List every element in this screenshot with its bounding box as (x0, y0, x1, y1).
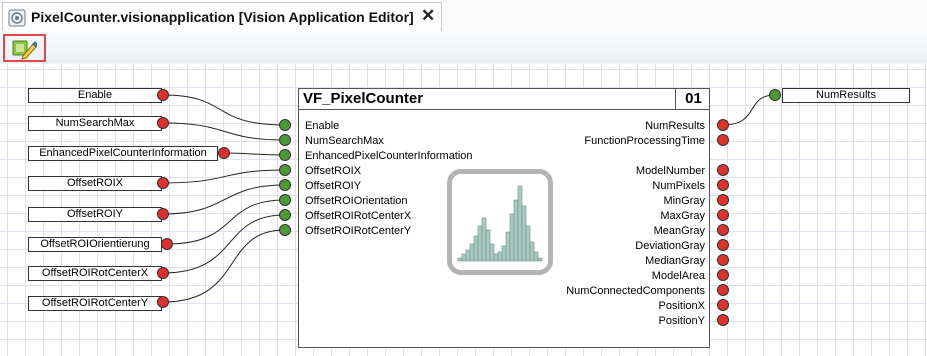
input-pin-connector[interactable] (279, 149, 291, 161)
input-pin-label: OffsetROIRotCenterY (305, 225, 412, 237)
output-pin-label: PositionX (658, 300, 705, 312)
input-variable-box[interactable]: EnhancedPixelCounterInformation (28, 146, 218, 161)
output-pin-label: ModelArea (651, 270, 705, 282)
output-connector[interactable] (218, 147, 230, 159)
run-application-button[interactable] (3, 34, 46, 62)
input-pin-label: EnhancedPixelCounterInformation (305, 150, 473, 162)
input-pin-connector[interactable] (279, 179, 291, 191)
output-pin-connector[interactable] (717, 284, 729, 296)
output-pin-connector[interactable] (717, 134, 729, 146)
output-pin-connector[interactable] (717, 254, 729, 266)
output-pin-label: MedianGray (645, 255, 705, 267)
output-pin-connector[interactable] (717, 164, 729, 176)
input-variable-box[interactable]: OffsetROIRotCenterY (28, 296, 162, 311)
input-pin-connector[interactable] (279, 164, 291, 176)
editor-canvas[interactable]: Enable NumSearchMax EnhancedPixelCounter… (0, 64, 927, 356)
output-connector[interactable] (157, 296, 169, 308)
output-pin-connector[interactable] (717, 299, 729, 311)
output-pin-connector[interactable] (717, 194, 729, 206)
tab-title: PixelCounter.visionapplication [Vision A… (31, 9, 414, 25)
editor-tab-bar: PixelCounter.visionapplication [Vision A… (0, 0, 927, 32)
input-pin-label: OffsetROIRotCenterX (305, 210, 412, 222)
input-pin-label: NumSearchMax (305, 135, 384, 147)
output-connector[interactable] (157, 89, 169, 101)
input-connector[interactable] (769, 89, 781, 101)
output-pin-label: NumResults (645, 120, 705, 132)
histogram-icon (447, 169, 553, 275)
input-variable-box[interactable]: OffsetROIY (28, 207, 162, 222)
input-variable-box[interactable]: OffsetROIRotCenterX (28, 266, 162, 281)
output-pin-connector[interactable] (717, 314, 729, 326)
input-pin-label: OffsetROIY (305, 180, 362, 192)
input-pin-connector[interactable] (279, 134, 291, 146)
output-connector[interactable] (157, 267, 169, 279)
input-pin-label: OffsetROIOrientation (305, 195, 408, 207)
output-pin-label: DeviationGray (635, 240, 705, 252)
block-title: VF_PixelCounter (303, 90, 424, 107)
input-variable-box[interactable]: Enable (28, 88, 162, 103)
input-variable-box[interactable]: NumSearchMax (28, 116, 162, 131)
input-variable-box[interactable]: OffsetROIX (28, 176, 162, 191)
editor-tab[interactable]: PixelCounter.visionapplication [Vision A… (2, 2, 442, 31)
output-pin-connector[interactable] (717, 209, 729, 221)
output-pin-label: MinGray (663, 195, 705, 207)
toolbar (0, 31, 927, 63)
output-connector[interactable] (161, 238, 173, 250)
input-variable-box[interactable]: OffsetROIOrientierung (28, 237, 162, 252)
block-header-divider (299, 109, 709, 110)
output-connector[interactable] (157, 117, 169, 129)
input-pin-connector[interactable] (279, 194, 291, 206)
block-number: 01 (675, 89, 711, 109)
histogram-graphic (457, 185, 543, 262)
vision-application-icon (8, 9, 26, 27)
output-variable-box[interactable]: NumResults (782, 88, 910, 103)
output-pin-connector[interactable] (717, 269, 729, 281)
output-pin-connector[interactable] (717, 239, 729, 251)
output-connector[interactable] (157, 177, 169, 189)
output-pin-label: MaxGray (660, 210, 705, 222)
input-pin-connector[interactable] (279, 209, 291, 221)
output-pin-connector[interactable] (717, 179, 729, 191)
output-pin-label: NumConnectedComponents (566, 285, 705, 297)
input-pin-connector[interactable] (279, 119, 291, 131)
function-block[interactable]: VF_PixelCounter 01 Enable NumSearchMax E… (298, 88, 710, 348)
output-pin-label: PositionY (658, 315, 705, 327)
input-pin-label: Enable (305, 120, 340, 132)
output-pin-label: NumPixels (652, 180, 705, 192)
edit-run-icon (12, 40, 37, 60)
output-pin-connector[interactable] (717, 224, 729, 236)
output-pin-label: ModelNumber (635, 165, 705, 177)
output-connector[interactable] (157, 208, 169, 220)
output-pin-label: FunctionProcessingTime (584, 135, 705, 147)
close-icon[interactable]: ✕ (421, 6, 435, 26)
output-pin-label: MeanGray (653, 225, 705, 237)
input-pin-connector[interactable] (279, 224, 291, 236)
output-pin-connector[interactable] (717, 119, 729, 131)
input-pin-label: OffsetROIX (305, 165, 362, 177)
